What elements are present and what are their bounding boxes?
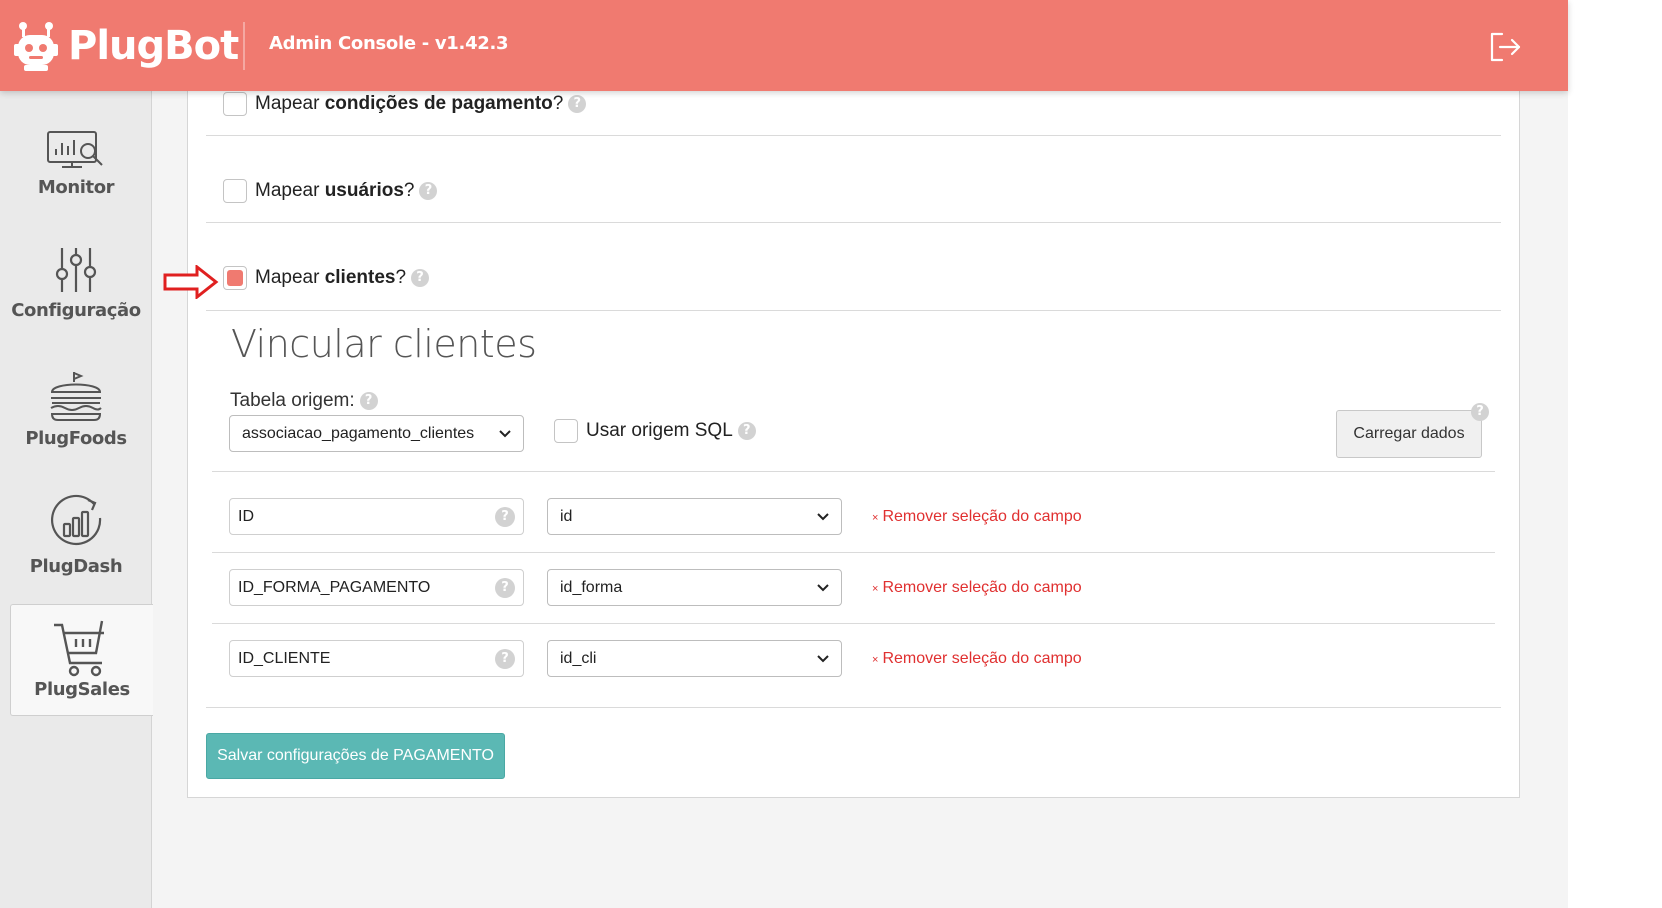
field-name-input[interactable]: ID_FORMA_PAGAMENTO ? bbox=[229, 569, 524, 606]
map-pagamento-bold: condições de pagamento bbox=[324, 93, 553, 114]
remove-x-icon: × bbox=[872, 654, 879, 666]
brand-name: PlugBot bbox=[68, 23, 239, 69]
sidebar-item-label: Monitor bbox=[37, 177, 115, 198]
divider bbox=[206, 135, 1501, 136]
chart-circle-icon bbox=[51, 494, 102, 546]
top-bar: PlugBot Admin Console - v1.42.3 bbox=[0, 0, 1568, 91]
sql-origin-checkbox[interactable] bbox=[554, 419, 578, 443]
chevron-down-icon bbox=[817, 654, 829, 662]
help-icon[interactable]: ? bbox=[419, 182, 438, 200]
map-clientes-row: Mapear clientes? ? bbox=[223, 266, 430, 290]
sliders-icon bbox=[55, 248, 97, 292]
map-usuarios-suffix: ? bbox=[403, 180, 415, 201]
map-usuarios-row: Mapear usuários? ? bbox=[223, 179, 438, 203]
remove-field-label: Remover seleção do campo bbox=[882, 650, 1082, 667]
field-column-select[interactable]: id bbox=[547, 498, 842, 535]
map-pagamento-suffix: ? bbox=[552, 93, 564, 114]
robot-logo-icon bbox=[14, 22, 58, 71]
map-usuarios-checkbox[interactable] bbox=[223, 179, 247, 203]
sidebar-item-configuracao[interactable]: Configuração bbox=[0, 246, 152, 358]
monitor-icon bbox=[47, 131, 103, 168]
help-icon[interactable]: ? bbox=[568, 95, 587, 113]
remove-x-icon: × bbox=[872, 583, 879, 595]
help-icon[interactable]: ? bbox=[495, 506, 515, 527]
field-name-value: ID_FORMA_PAGAMENTO bbox=[238, 578, 431, 596]
field-column-value: id_forma bbox=[560, 578, 623, 596]
remove-x-icon: × bbox=[872, 512, 879, 524]
right-margin bbox=[1568, 0, 1662, 908]
field-name-value: ID_CLIENTE bbox=[238, 649, 331, 667]
field-name-input[interactable]: ID ? bbox=[229, 498, 524, 535]
cart-icon bbox=[54, 620, 104, 677]
divider bbox=[212, 623, 1495, 624]
app-title: Admin Console - v1.42.3 bbox=[269, 33, 509, 54]
sidebar-item-plugsales[interactable]: PlugSales bbox=[10, 604, 153, 716]
map-usuarios-bold: usuários bbox=[324, 180, 404, 201]
map-usuarios-prefix: Mapear bbox=[255, 180, 325, 201]
help-icon[interactable]: ? bbox=[411, 269, 430, 287]
remove-field-link[interactable]: × Remover seleção do campo bbox=[872, 579, 1082, 597]
section-title: Vincular clientes bbox=[231, 322, 537, 366]
brand: PlugBot bbox=[14, 20, 239, 72]
sidebar-item-label: Configuração bbox=[11, 300, 141, 321]
sidebar-item-plugfoods[interactable]: PlugFoods bbox=[0, 370, 152, 482]
remove-field-label: Remover seleção do campo bbox=[882, 508, 1082, 525]
origin-table-value: associacao_pagamento_clientes bbox=[242, 424, 475, 442]
sidebar-item-label: PlugSales bbox=[34, 679, 130, 700]
map-clientes-checkbox[interactable] bbox=[223, 266, 247, 290]
divider bbox=[212, 471, 1495, 472]
chevron-down-icon bbox=[817, 583, 829, 591]
save-payment-config-button[interactable]: Salvar configurações de PAGAMENTO bbox=[206, 733, 505, 779]
sql-origin-label: Usar origem SQL bbox=[586, 420, 733, 441]
help-icon[interactable]: ? bbox=[737, 422, 756, 440]
sidebar: Monitor Configuração PlugFoods PlugDash … bbox=[0, 91, 153, 908]
map-clientes-suffix: ? bbox=[395, 267, 407, 288]
chevron-down-icon bbox=[817, 512, 829, 520]
sidebar-item-plugdash[interactable]: PlugDash bbox=[0, 494, 152, 606]
map-pagamento-row: Mapear condições de pagamento? ? bbox=[223, 92, 587, 116]
origin-label: Tabela origem: bbox=[230, 390, 355, 411]
help-icon[interactable]: ? bbox=[359, 392, 378, 410]
field-column-select[interactable]: id_forma bbox=[547, 569, 842, 606]
map-pagamento-checkbox[interactable] bbox=[223, 92, 247, 116]
remove-field-link[interactable]: × Remover seleção do campo bbox=[872, 650, 1082, 668]
sidebar-item-label: PlugDash bbox=[29, 556, 123, 577]
field-column-value: id_cli bbox=[560, 649, 597, 667]
origin-table-select[interactable]: associacao_pagamento_clientes bbox=[229, 415, 524, 452]
help-icon[interactable]: ? bbox=[495, 648, 515, 669]
sidebar-item-label: PlugFoods bbox=[25, 428, 127, 449]
load-data-button[interactable]: Carregar dados bbox=[1336, 410, 1482, 458]
divider bbox=[206, 707, 1501, 708]
field-name-value: ID bbox=[238, 507, 254, 525]
divider bbox=[206, 310, 1501, 311]
divider bbox=[206, 222, 1501, 223]
field-name-input[interactable]: ID_CLIENTE ? bbox=[229, 640, 524, 677]
red-arrow-annotation-icon bbox=[163, 265, 219, 299]
origin-label-row: Tabela origem: ? bbox=[230, 390, 378, 412]
map-clientes-bold: clientes bbox=[324, 267, 396, 288]
sidebar-item-monitor[interactable]: Monitor bbox=[0, 129, 152, 241]
chevron-down-icon bbox=[499, 429, 511, 437]
divider bbox=[212, 552, 1495, 553]
header-divider bbox=[243, 22, 245, 70]
sql-origin-row: Usar origem SQL ? bbox=[554, 419, 756, 443]
help-icon[interactable]: ? bbox=[1471, 403, 1489, 421]
burger-icon bbox=[50, 372, 102, 421]
field-column-value: id bbox=[560, 507, 573, 525]
logout-icon[interactable] bbox=[1488, 30, 1522, 64]
map-clientes-prefix: Mapear bbox=[255, 267, 325, 288]
remove-field-link[interactable]: × Remover seleção do campo bbox=[872, 508, 1082, 526]
help-icon[interactable]: ? bbox=[495, 577, 515, 598]
field-column-select[interactable]: id_cli bbox=[547, 640, 842, 677]
remove-field-label: Remover seleção do campo bbox=[882, 579, 1082, 596]
map-pagamento-prefix: Mapear bbox=[255, 93, 325, 114]
